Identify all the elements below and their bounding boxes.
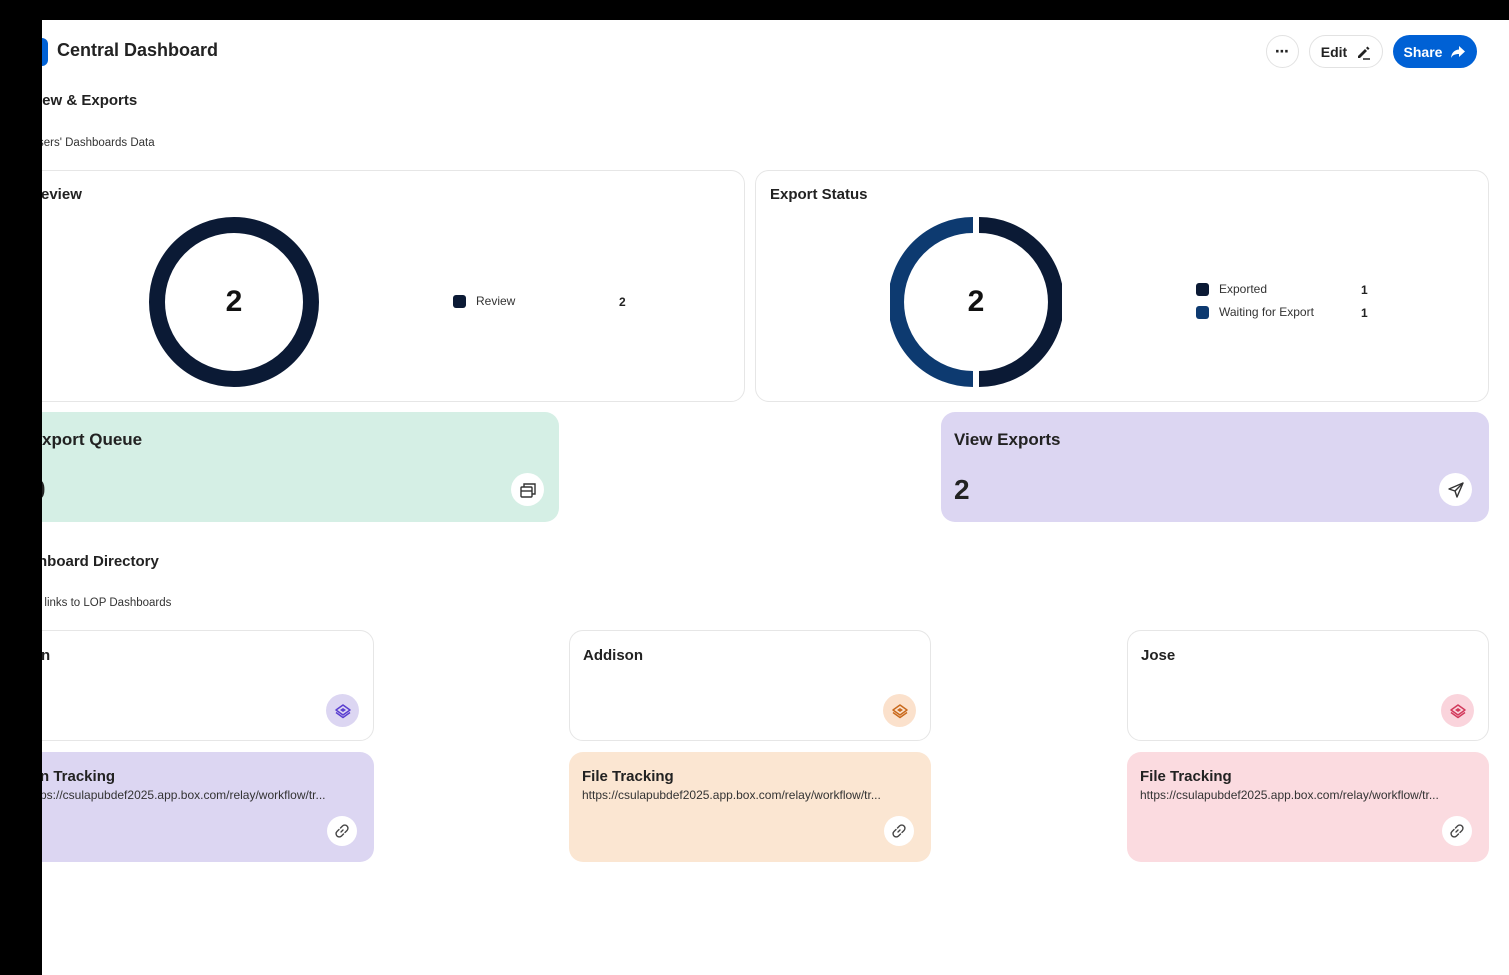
link-url-2[interactable]: https://csulapubdef2025.app.box.com/rela…	[582, 788, 881, 802]
layers-icon	[334, 703, 351, 718]
export-status-card-title: Export Status	[770, 186, 868, 203]
edit-label: Edit	[1320, 43, 1348, 60]
review-legend-label: Review	[476, 294, 516, 308]
waiting-legend-value: 1	[1361, 306, 1368, 320]
section-subtitle-dashboard-directory: t links to LOP Dashboards	[42, 597, 172, 609]
person-card-2[interactable]: Addison	[569, 630, 931, 741]
share-arrow-icon	[1451, 45, 1466, 58]
link-icon	[1450, 824, 1464, 838]
link-title-1: n Tracking	[42, 768, 116, 785]
section-title-review-exports: iew & Exports	[42, 92, 138, 109]
review-card: eview 2 Review 2	[42, 170, 745, 402]
export-queue-tile[interactable]: xport Queue 0	[42, 412, 559, 522]
link-title-2: File Tracking	[582, 768, 674, 785]
link-icon-button-3[interactable]	[1442, 816, 1472, 846]
share-button[interactable]: Share	[1393, 35, 1477, 68]
review-legend-item: Review	[453, 294, 515, 308]
header: Central Dashboard ⋯ Edit Share	[42, 20, 1509, 82]
review-legend-swatch	[453, 294, 466, 308]
person-card-3[interactable]: Jose	[1127, 630, 1489, 741]
send-icon	[1447, 481, 1464, 498]
export-donut-center-value: 2	[967, 285, 985, 318]
link-card-2[interactable]: File Tracking https://csulapubdef2025.ap…	[569, 752, 931, 862]
review-legend-value: 2	[619, 295, 626, 309]
exported-legend-swatch	[1196, 282, 1209, 296]
person-name-3: Jose	[1141, 647, 1176, 664]
layers-icon	[1449, 703, 1466, 718]
person-icon-button-1[interactable]	[326, 694, 359, 727]
person-icon-button-3[interactable]	[1441, 694, 1474, 727]
review-card-title: eview	[42, 186, 82, 203]
link-icon	[892, 824, 906, 838]
waiting-legend-label: Waiting for Export	[1219, 305, 1314, 319]
exported-legend-label: Exported	[1219, 282, 1268, 296]
person-card-1[interactable]: n	[42, 630, 374, 741]
link-url-1[interactable]: ps://csulapubdef2025.app.box.com/relay/w…	[42, 788, 326, 802]
link-icon	[335, 824, 349, 838]
more-label: ⋯	[1275, 43, 1290, 59]
review-donut-center-value: 2	[225, 285, 243, 318]
link-card-3[interactable]: File Tracking https://csulapubdef2025.ap…	[1127, 752, 1489, 862]
person-icon-button-2[interactable]	[883, 694, 916, 727]
link-card-1[interactable]: n Tracking ps://csulapubdef2025.app.box.…	[42, 752, 374, 862]
section-subtitle-review-exports: sers' Dashboards Data	[42, 137, 155, 149]
view-exports-tile[interactable]: View Exports 2	[941, 412, 1489, 522]
exported-legend-item: Exported	[1196, 282, 1267, 296]
pencil-icon	[1358, 46, 1371, 60]
layers-icon	[891, 703, 908, 718]
waiting-legend-swatch	[1196, 305, 1209, 319]
link-icon-button-1[interactable]	[327, 816, 357, 846]
exported-legend-value: 1	[1361, 283, 1368, 297]
link-title-3: File Tracking	[1140, 768, 1232, 785]
share-label: Share	[1403, 43, 1443, 60]
app-logo	[42, 38, 48, 66]
dashboard-viewport: Central Dashboard ⋯ Edit Share iew & Exp…	[42, 20, 1509, 975]
stacked-pages-icon	[519, 482, 536, 498]
export-queue-title: xport Queue	[42, 430, 143, 449]
link-icon-button-2[interactable]	[884, 816, 914, 846]
edit-button[interactable]: Edit	[1309, 35, 1383, 68]
export-status-card: Export Status 2 Exported 1 Waiting for E…	[755, 170, 1489, 402]
page-title: Central Dashboard	[57, 40, 219, 60]
section-title-dashboard-directory: hboard Directory	[42, 553, 159, 570]
more-button[interactable]: ⋯	[1266, 35, 1299, 68]
view-exports-title: View Exports	[954, 430, 1061, 449]
link-url-3[interactable]: https://csulapubdef2025.app.box.com/rela…	[1140, 788, 1439, 802]
view-exports-value: 2	[954, 474, 970, 505]
person-name-2: Addison	[583, 647, 643, 664]
export-queue-value: 0	[42, 474, 46, 506]
person-name-1: n	[42, 647, 51, 664]
waiting-legend-item: Waiting for Export	[1196, 305, 1314, 319]
view-exports-icon-button[interactable]	[1439, 473, 1472, 506]
export-queue-icon-button[interactable]	[511, 473, 544, 506]
